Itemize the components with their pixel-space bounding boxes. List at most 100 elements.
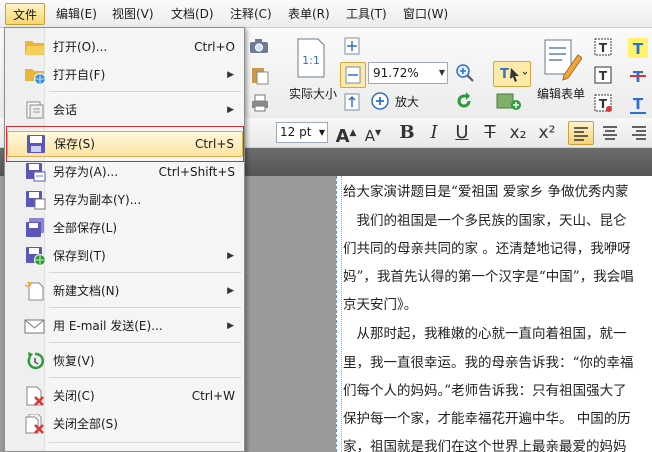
menu-item-label: 保存到(T) [53,249,106,263]
edit-form-icon[interactable] [540,36,584,82]
revert-icon [24,351,46,371]
paste-icon[interactable] [248,64,272,86]
align-left-button[interactable] [568,121,594,145]
fit-icon-text: 1:1 [302,54,320,67]
menu-item-label: 打开(O)... [53,40,108,54]
menu-separator [49,442,241,443]
menu-item-save-all[interactable]: 全部保存(L) [5,215,244,241]
menu-item-close[interactable]: 关闭(C) Ctrl+W [5,383,244,409]
fit-width-icon[interactable] [340,62,366,88]
document-line: 妈”，我首先认得的第一个汉字是“中国”，我会唱 [343,269,634,285]
grow-font-icon[interactable]: A▲ [333,121,359,147]
select-text-tool-icon[interactable]: T [493,61,531,87]
svg-text:T: T [599,41,608,55]
fit-visible-icon[interactable] [342,92,362,112]
menu-item-shortcut: Ctrl+W [191,389,235,403]
new-document-icon [24,281,46,301]
document-line: 家，祖国就是我们在这个世界上最亲最爱的妈妈 [343,439,627,452]
callout-icon[interactable]: T [592,92,614,114]
menu-file[interactable]: 文件 [5,3,46,25]
chevron-down-icon: ▼ [438,68,445,77]
folder-globe-icon [24,65,46,85]
submenu-arrow-icon: ▶ [227,251,234,261]
align-right-button[interactable] [626,121,652,145]
menu-item-shortcut: Ctrl+O [194,40,235,54]
bold-button[interactable]: B [394,121,420,145]
menu-bar: 文件 编辑(E) 视图(V) 文档(D) 注释(C) 表单(R) 工具(T) 窗… [0,0,652,28]
menu-tools[interactable]: 工具(T) [339,3,394,25]
subscript-button[interactable]: x₂ [505,121,531,145]
menu-item-save-to[interactable]: 保存到(T) ▶ [5,243,244,269]
rotate-left-icon[interactable] [453,90,475,112]
svg-text:T: T [599,69,608,83]
underline-button[interactable]: U [449,121,475,145]
edit-form-label[interactable]: 编辑表单 [537,85,585,102]
document-line: 给大家演讲题目是“爱祖国 爱家乡 争做优秀内蒙 [343,184,629,200]
menu-item-close-all[interactable]: 关闭全部(S) [5,411,244,437]
zoom-in-icon[interactable] [369,90,391,112]
email-icon [24,316,46,336]
menu-item-label: 关闭全部(S) [53,417,118,431]
font-size-value: 12 pt [280,125,312,139]
menu-item-label: 打开自(F) [53,68,106,82]
menu-view[interactable]: 视图(V) [105,3,161,25]
menu-window[interactable]: 窗口(W) [396,3,455,25]
document-line: 我们的祖国是一个多民族的国家，天山、昆仑 [343,213,627,229]
highlight-text-icon[interactable]: T [626,36,650,60]
menu-item-save-as[interactable]: 另存为(A)... Ctrl+Shift+S [5,159,244,185]
strikeout-text-icon[interactable]: T [626,64,650,88]
menu-item-open[interactable]: 打开(O)... Ctrl+O [5,34,244,60]
superscript-button[interactable]: x² [534,121,560,145]
document-line: 京天安门》。 [343,297,418,313]
underline-text-icon[interactable]: T [626,92,650,116]
menu-form[interactable]: 表单(R) [281,3,337,25]
menu-item-label: 新建文档(N) [53,284,120,298]
zoom-select[interactable]: 91.72% ▼ [368,62,448,84]
submenu-arrow-icon: ▶ [227,105,234,115]
print-icon[interactable] [248,92,272,114]
font-size-select[interactable]: 12 pt ▼ [276,122,328,143]
menu-item-revert[interactable]: 恢复(V) [5,348,244,374]
menu-item-shortcut: Ctrl+Shift+S [158,165,235,179]
zoom-in-label[interactable]: 放大 [395,93,419,110]
actual-size-label[interactable]: 实际大小 [289,85,337,102]
folder-open-icon [24,37,46,57]
svg-text:T: T [633,40,644,58]
italic-button[interactable]: I [421,121,447,145]
menu-item-send-email[interactable]: 用 E-mail 发送(E)... ▶ [5,313,244,339]
menu-document[interactable]: 文档(D) [164,3,221,25]
menu-item-label: 恢复(V) [53,354,95,368]
text-field-icon[interactable]: T [592,36,614,58]
document-page[interactable]: 给大家演讲题目是“爱祖国 爱家乡 争做优秀内蒙 我们的祖国是一个多民族的国家，天… [336,176,652,452]
menu-item-new-document[interactable]: 新建文档(N) ▶ [5,278,244,304]
menu-separator [49,342,241,343]
menu-item-label: 全部保存(L) [53,221,118,235]
menu-item-label: 会话 [53,103,78,117]
fit-page-icon[interactable] [342,36,362,56]
typewriter-icon[interactable]: T [592,64,614,86]
menu-separator [49,272,241,273]
menu-item-save-copy[interactable]: 另存为副本(Y)... [5,187,244,213]
document-line: 里，我一直很幸运。我的母亲告诉我：“你的幸福 [343,355,634,371]
document-line: 保护每一个家，才能幸福花开遍中华。 中国的历 [343,411,631,427]
add-image-icon[interactable] [493,90,527,114]
menu-annotation[interactable]: 注释(C) [223,3,279,25]
strikethrough-button[interactable]: T [477,121,503,145]
snapshot-icon[interactable] [248,36,270,56]
submenu-arrow-icon: ▶ [227,286,234,296]
zoom-in-magnifier-icon[interactable] [454,62,476,84]
actual-size-icon[interactable]: 1:1 [293,36,329,80]
menu-item-label: 关闭(C) [53,389,95,403]
document-line: 从那时起，我稚嫩的心就一直向着祖国，就一 [343,326,627,342]
menu-separator [49,91,241,92]
save-to-icon [24,246,46,266]
menu-separator [49,377,241,378]
menu-item-session[interactable]: 会话 ▶ [5,97,244,123]
menu-item-open-from[interactable]: 打开自(F) ▶ [5,62,244,88]
save-all-icon [24,218,46,238]
text-box-border [341,176,342,452]
align-center-button[interactable] [597,121,623,145]
menu-edit[interactable]: 编辑(E) [49,3,104,25]
shrink-font-icon[interactable]: A▼ [360,121,386,145]
file-menu: 打开(O)... Ctrl+O 打开自(F) ▶ 会话 ▶ 保存(S) Ctrl… [4,27,245,452]
